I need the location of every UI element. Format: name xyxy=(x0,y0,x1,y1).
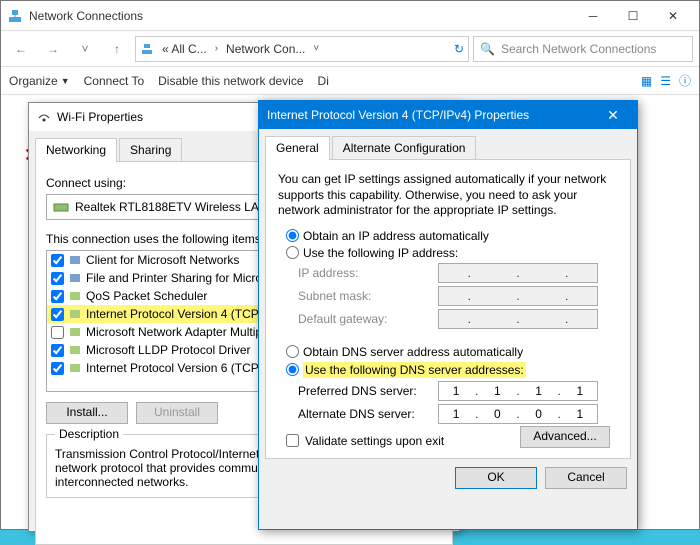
subnet-input: ... xyxy=(438,286,598,306)
window-title: Network Connections xyxy=(29,9,573,23)
item-checkbox[interactable] xyxy=(51,344,64,357)
diagnose-button[interactable]: Di xyxy=(318,74,329,88)
ip-manual-radio[interactable]: Use the following IP address: xyxy=(286,246,618,260)
tab-general[interactable]: General xyxy=(265,136,330,160)
search-placeholder: Search Network Connections xyxy=(501,42,656,56)
forward-button[interactable]: → xyxy=(39,35,67,63)
component-icon xyxy=(68,343,82,357)
advanced-button[interactable]: Advanced... xyxy=(520,426,610,448)
view-details-icon[interactable]: ▦ xyxy=(641,74,652,88)
tab-alternate[interactable]: Alternate Configuration xyxy=(332,136,477,160)
radio-input[interactable] xyxy=(286,363,299,376)
close-icon[interactable]: ✕ xyxy=(597,107,629,124)
search-input[interactable]: 🔍 Search Network Connections xyxy=(473,36,693,62)
help-icon[interactable]: ⓘ xyxy=(679,72,691,89)
alternate-dns-input[interactable]: 1. 0. 0. 1 xyxy=(438,404,598,424)
cancel-button[interactable]: Cancel xyxy=(545,467,627,489)
ip-address-label: IP address: xyxy=(298,266,438,280)
protocol-icon xyxy=(68,361,82,375)
item-checkbox[interactable] xyxy=(51,254,64,267)
uninstall-button[interactable]: Uninstall xyxy=(136,402,218,424)
item-checkbox[interactable] xyxy=(51,272,64,285)
description-legend: Description xyxy=(55,427,123,441)
up-button[interactable]: ↑ xyxy=(103,35,131,63)
gateway-input: ... xyxy=(438,309,598,329)
wifi-icon xyxy=(37,110,51,124)
install-button[interactable]: Install... xyxy=(46,402,128,424)
disable-device-button[interactable]: Disable this network device xyxy=(158,74,303,88)
nav-toolbar: ← → ˅ ↑ « All C... › Network Con... ˅ ↻ … xyxy=(1,31,699,67)
radio-input[interactable] xyxy=(286,229,299,242)
breadcrumb-item[interactable]: Network Con... xyxy=(222,42,309,56)
subnet-label: Subnet mask: xyxy=(298,289,438,303)
refresh-icon[interactable]: ↻ xyxy=(454,42,464,56)
tab-strip: General Alternate Configuration xyxy=(259,129,637,159)
dialog-title: Internet Protocol Version 4 (TCP/IPv4) P… xyxy=(267,108,597,122)
dialog-titlebar: Internet Protocol Version 4 (TCP/IPv4) P… xyxy=(259,101,637,129)
component-icon xyxy=(68,289,82,303)
help-text: You can get IP settings assigned automat… xyxy=(278,172,618,219)
item-checkbox[interactable] xyxy=(51,308,64,321)
history-dropdown[interactable]: ˅ xyxy=(71,35,99,63)
chevron-down-icon[interactable]: ˅ xyxy=(313,43,319,54)
preferred-dns-input[interactable]: 1. 1. 1. 1 xyxy=(438,381,598,401)
pref-dns-label: Preferred DNS server: xyxy=(298,384,438,398)
radio-input[interactable] xyxy=(286,246,299,259)
dialog-buttons: OK Cancel xyxy=(259,459,637,497)
connect-to-button[interactable]: Connect To xyxy=(84,74,145,88)
dns-auto-radio[interactable]: Obtain DNS server address automatically xyxy=(286,345,618,359)
radio-input[interactable] xyxy=(286,345,299,358)
organize-menu[interactable]: Organize ▼ xyxy=(9,74,70,88)
tab-networking[interactable]: Networking xyxy=(35,138,117,162)
back-button[interactable]: ← xyxy=(7,35,35,63)
component-icon xyxy=(68,271,82,285)
item-checkbox[interactable] xyxy=(51,362,64,375)
protocol-icon xyxy=(68,307,82,321)
adapter-icon xyxy=(53,200,69,214)
alt-dns-label: Alternate DNS server: xyxy=(298,407,438,421)
search-icon: 🔍 xyxy=(480,42,495,56)
validate-checkbox[interactable] xyxy=(286,434,299,447)
network-icon xyxy=(7,8,23,24)
item-checkbox[interactable] xyxy=(51,326,64,339)
address-bar[interactable]: « All C... › Network Con... ˅ ↻ xyxy=(135,36,469,62)
ok-button[interactable]: OK xyxy=(455,467,537,489)
tab-sharing[interactable]: Sharing xyxy=(119,138,182,162)
dns-manual-radio[interactable]: Use the following DNS server addresses: xyxy=(286,362,618,378)
component-icon xyxy=(68,325,82,339)
ip-auto-radio[interactable]: Obtain an IP address automatically xyxy=(286,229,618,243)
view-list-icon[interactable]: ☰ xyxy=(660,74,671,88)
component-icon xyxy=(68,253,82,267)
network-icon xyxy=(140,42,154,56)
close-button[interactable]: ✕ xyxy=(653,2,693,30)
command-bar: Organize ▼ Connect To Disable this netwo… xyxy=(1,67,699,95)
chevron-right-icon: › xyxy=(215,43,218,54)
minimize-button[interactable]: ─ xyxy=(573,2,613,30)
ipv4-properties-dialog: Internet Protocol Version 4 (TCP/IPv4) P… xyxy=(258,100,638,530)
gateway-label: Default gateway: xyxy=(298,312,438,326)
ip-address-input: ... xyxy=(438,263,598,283)
maximize-button[interactable]: ☐ xyxy=(613,2,653,30)
general-panel: You can get IP settings assigned automat… xyxy=(265,159,631,459)
explorer-titlebar: Network Connections ─ ☐ ✕ xyxy=(1,1,699,31)
breadcrumb-item[interactable]: « All C... xyxy=(158,42,211,56)
item-checkbox[interactable] xyxy=(51,290,64,303)
